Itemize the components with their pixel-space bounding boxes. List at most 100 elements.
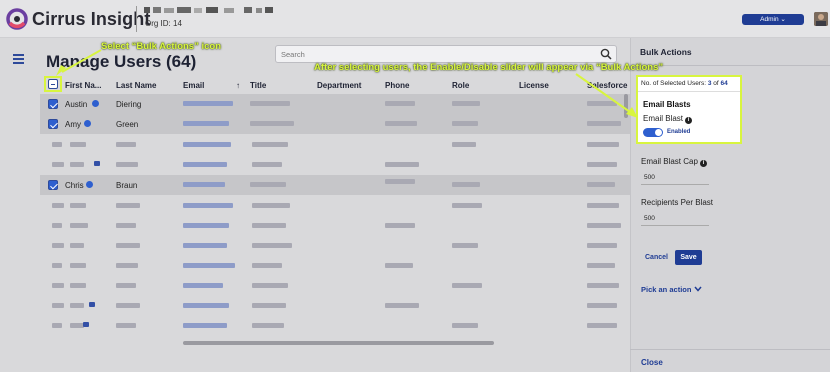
- redacted-cell: [52, 303, 64, 308]
- menu-icon[interactable]: [13, 54, 24, 66]
- table-row[interactable]: [40, 134, 630, 154]
- redacted-cell: [70, 162, 84, 167]
- column-header-last-name[interactable]: Last Name: [116, 81, 156, 90]
- redacted-cell: [183, 263, 235, 268]
- horizontal-scrollbar[interactable]: [183, 341, 494, 345]
- toggle-state-label: Enabled: [667, 129, 691, 135]
- search-input[interactable]: Search: [275, 45, 617, 63]
- redacted-cell: [587, 162, 617, 167]
- annotation-select-bulk-actions: Select “Bulk Actions” icon: [101, 41, 222, 52]
- redacted-cell: [94, 161, 100, 166]
- column-header-role[interactable]: Role: [452, 81, 469, 90]
- table-row[interactable]: Amy Green: [40, 114, 630, 134]
- search-placeholder: Search: [281, 50, 305, 59]
- redacted-cell: [452, 323, 478, 328]
- panel-title: Bulk Actions: [640, 47, 692, 57]
- redacted-cell: [587, 243, 617, 248]
- info-icon[interactable]: i: [699, 160, 707, 167]
- table-row[interactable]: [40, 275, 630, 295]
- sort-arrow-icon[interactable]: ↑: [236, 81, 240, 90]
- redacted-cell: [70, 142, 86, 147]
- email-blasts-heading: Email Blasts: [643, 100, 691, 109]
- redacted-cell: [587, 263, 615, 268]
- redacted-cell: [587, 223, 621, 228]
- email-blast-cap-label: Email Blast Cap i: [641, 157, 707, 167]
- row-checkbox[interactable]: [48, 180, 58, 190]
- email-blast-callout: No. of Selected Users: 3 of 64 Email Bla…: [636, 75, 742, 144]
- redacted-role: [452, 101, 480, 106]
- redacted-cell: [116, 283, 136, 288]
- redacted-cell: [83, 322, 89, 327]
- table-row[interactable]: [40, 154, 630, 174]
- redacted-cell: [252, 162, 282, 167]
- redacted-cell: [52, 283, 64, 288]
- redacted-salesforce: [587, 182, 615, 187]
- cancel-button[interactable]: Cancel: [645, 254, 668, 261]
- annotation-arrow-icon: [56, 49, 102, 76]
- column-header-license[interactable]: License: [519, 81, 549, 90]
- column-header-first-name[interactable]: First Na...: [65, 81, 101, 90]
- redacted-cell: [183, 303, 229, 308]
- redacted-cell: [183, 162, 227, 167]
- last-name-cell: Green: [116, 120, 139, 129]
- redacted-cell: [587, 303, 617, 308]
- redacted-cell: [452, 283, 482, 288]
- table-row[interactable]: [40, 295, 630, 315]
- table-row[interactable]: [40, 195, 630, 215]
- redacted-cell: [452, 142, 476, 147]
- close-button[interactable]: Close: [641, 358, 663, 367]
- redacted-cell: [252, 263, 282, 268]
- email-blast-toggle[interactable]: [643, 128, 663, 137]
- redacted-role: [452, 121, 478, 126]
- annotation-arrow-icon: [575, 73, 638, 118]
- search-icon[interactable]: [600, 48, 612, 60]
- admin-menu-button[interactable]: Admin ⌄: [742, 14, 804, 25]
- redacted-role: [452, 182, 480, 187]
- table-row[interactable]: [40, 255, 630, 275]
- divider: [136, 6, 137, 32]
- redacted-cell: [252, 243, 292, 248]
- redacted-cell: [183, 223, 229, 228]
- selected-users-count: No. of Selected Users: 3 of 64: [641, 80, 728, 87]
- info-icon[interactable]: i: [685, 117, 693, 124]
- email-blast-label: Email Blast i: [643, 114, 693, 124]
- avatar[interactable]: [814, 12, 828, 26]
- table-header: First Na... Last Name Email ↑ Title Depa…: [40, 78, 635, 94]
- redacted-title: [250, 182, 286, 187]
- top-bar: Cirrus Insight Org ID: 14 Admin ⌄: [0, 0, 830, 38]
- redacted-cell: [385, 162, 419, 167]
- row-checkbox[interactable]: [48, 119, 58, 129]
- verified-badge-icon: [84, 120, 91, 127]
- redacted-cell: [52, 243, 64, 248]
- last-name-cell: Braun: [116, 181, 138, 190]
- redacted-title: [250, 101, 290, 106]
- row-checkbox[interactable]: [48, 99, 58, 109]
- table-row[interactable]: Austin Diering: [40, 94, 630, 114]
- redacted-cell: [183, 323, 227, 328]
- redacted-cell: [587, 283, 619, 288]
- redacted-cell: [452, 203, 482, 208]
- recipients-per-blast-input[interactable]: 500: [641, 211, 709, 226]
- table-row[interactable]: [40, 315, 630, 335]
- column-header-email[interactable]: Email: [183, 81, 204, 90]
- column-header-department[interactable]: Department: [317, 81, 361, 90]
- redacted-cell: [183, 283, 223, 288]
- redacted-cell: [52, 263, 62, 268]
- redacted-cell: [116, 162, 138, 167]
- redacted-cell: [252, 203, 290, 208]
- redacted-cell: [52, 142, 62, 147]
- redacted-cell: [587, 142, 619, 147]
- table-row[interactable]: [40, 235, 630, 255]
- redacted-cell: [70, 263, 86, 268]
- email-blast-cap-input[interactable]: 500: [641, 170, 709, 185]
- table-row[interactable]: Chris Braun: [40, 175, 630, 195]
- table-row[interactable]: [40, 215, 630, 235]
- pick-action-dropdown[interactable]: Pick an action: [641, 285, 702, 294]
- redacted-cell: [252, 323, 284, 328]
- first-name-cell: Amy: [65, 120, 81, 129]
- column-header-title[interactable]: Title: [250, 81, 266, 90]
- save-button[interactable]: Save: [675, 250, 702, 265]
- column-header-phone[interactable]: Phone: [385, 81, 409, 90]
- redacted-cell: [385, 223, 415, 228]
- redacted-phone: [385, 101, 415, 106]
